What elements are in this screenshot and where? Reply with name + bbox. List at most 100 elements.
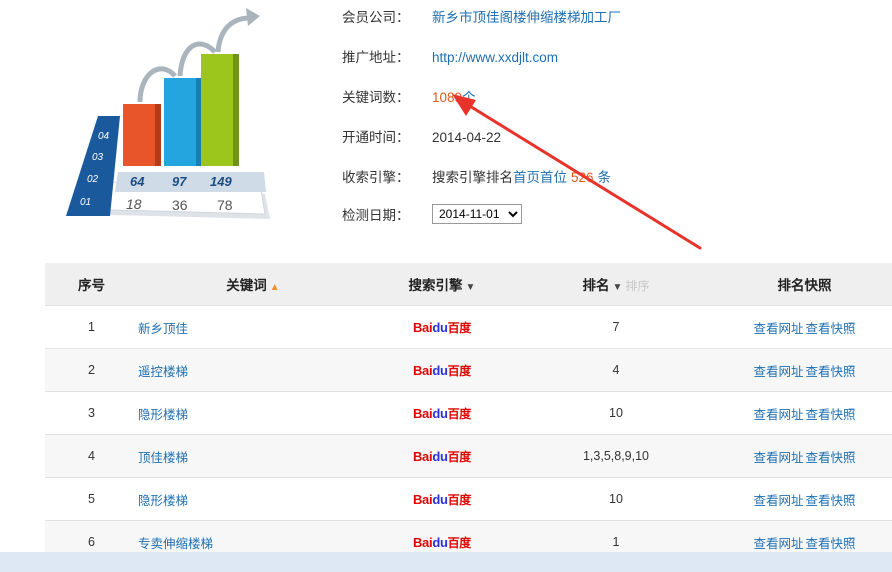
url-row: 推广地址： http://www.xxdjlt.com: [342, 46, 558, 66]
header-engine[interactable]: 搜索引擎 ▼: [369, 263, 515, 306]
check-row: 检测日期： 2014-11-01: [342, 204, 522, 224]
sort-down-icon: ▼: [465, 282, 476, 293]
keyword-link[interactable]: 专卖伸缩楼梯: [138, 537, 213, 551]
bar-value-3: 149: [210, 174, 232, 189]
index-count: 526: [571, 170, 594, 185]
open-label: 开通时间：: [342, 130, 410, 145]
bottom-bar: [0, 552, 892, 572]
view-snapshot-link[interactable]: 查看快照: [806, 537, 856, 551]
check-label: 检测日期：: [342, 208, 410, 223]
view-snapshot-link[interactable]: 查看快照: [806, 494, 856, 508]
ranking-table: 序号 关键词 ▲ 搜索引擎 ▼ 排名 ▼ 排序 排名快照 1 新乡顶佳 Bai du 百度 7 查看…: [45, 263, 892, 563]
row-no: 3: [45, 391, 138, 435]
view-url-link[interactable]: 查看网址: [753, 451, 803, 465]
bar-blue: [164, 78, 196, 166]
table-header-row: 序号 关键词 ▲ 搜索引擎 ▼ 排名 ▼ 排序 排名快照: [45, 263, 892, 306]
view-snapshot-link[interactable]: 查看快照: [806, 322, 856, 336]
header-snapshot: 排名快照: [717, 263, 892, 306]
view-snapshot-link[interactable]: 查看快照: [806, 451, 856, 465]
arrow-head: [246, 8, 260, 26]
baidu-logo-icon: Bai du 百度: [412, 491, 472, 507]
view-snapshot-link[interactable]: 查看快照: [806, 365, 856, 379]
baidu-logo-icon: Bai du 百度: [412, 534, 472, 550]
row-engine: Bai du 百度: [369, 348, 515, 392]
axis-label-02: 02: [87, 174, 99, 185]
view-url-link[interactable]: 查看网址: [753, 537, 803, 551]
view-url-link[interactable]: 查看网址: [753, 408, 803, 422]
sort-down-icon: ▼: [612, 282, 623, 293]
open-row: 开通时间： 2014-04-22: [342, 126, 501, 146]
growth-arrow-3: [215, 15, 251, 53]
axis-label-04: 04: [98, 131, 110, 142]
header-no: 序号: [45, 263, 138, 306]
row-keyword: 隐形楼梯: [138, 391, 369, 435]
index-row: 收索引擎： 搜索引擎排名首页首位 526 条: [342, 166, 611, 186]
header-rank-sort[interactable]: 排序: [625, 279, 649, 293]
keyword-link[interactable]: 新乡顶佳: [138, 322, 188, 336]
check-date-select[interactable]: 2014-11-01: [432, 204, 522, 224]
row-keyword: 隐形楼梯: [138, 477, 369, 521]
table-row: 4 顶佳楼梯 Bai du 百度 1,3,5,8,9,10 查看网址 查看快照: [45, 434, 892, 478]
axis-label-01: 01: [80, 197, 91, 208]
header-rank[interactable]: 排名 ▼ 排序: [515, 263, 717, 306]
row-keyword: 遥控楼梯: [138, 348, 369, 392]
member-company-link[interactable]: 新乡市顶佳阁楼伸缩楼梯加工厂: [432, 10, 621, 25]
view-url-link[interactable]: 查看网址: [753, 365, 803, 379]
keyword-link[interactable]: 隐形楼梯: [138, 408, 188, 422]
keyword-link[interactable]: 遥控楼梯: [138, 365, 188, 379]
bar-value-2: 97: [172, 174, 187, 189]
baidu-logo-icon: Bai du 百度: [412, 362, 472, 378]
keywords-count: 1089: [432, 90, 463, 105]
row-keyword: 新乡顶佳: [138, 305, 369, 349]
row-snapshot: 查看网址 查看快照: [717, 434, 892, 478]
row-rank: 7: [515, 305, 717, 349]
table-row: 1 新乡顶佳 Bai du 百度 7 查看网址 查看快照: [45, 305, 892, 349]
header-keyword-label: 关键词: [226, 278, 267, 293]
view-snapshot-link[interactable]: 查看快照: [806, 408, 856, 422]
row-snapshot: 查看网址 查看快照: [717, 305, 892, 349]
keyword-link[interactable]: 顶佳楼梯: [138, 451, 188, 465]
header-engine-label: 搜索引擎: [408, 278, 463, 293]
member-label: 会员公司：: [342, 10, 410, 25]
index-label: 收索引擎：: [342, 170, 410, 185]
baidu-logo-icon: Bai du 百度: [412, 319, 472, 335]
table-row: 3 隐形楼梯 Bai du 百度 10 查看网址 查看快照: [45, 391, 892, 435]
row-no: 2: [45, 348, 138, 392]
promo-url-link[interactable]: http://www.xxdjlt.com: [432, 50, 558, 65]
row-rank: 10: [515, 477, 717, 521]
axis-label-03: 03: [92, 152, 104, 163]
view-url-link[interactable]: 查看网址: [753, 322, 803, 336]
baidu-logo-icon: Bai du 百度: [412, 448, 472, 464]
bar-value-1: 64: [130, 174, 145, 189]
row-engine: Bai du 百度: [369, 391, 515, 435]
index-top-link[interactable]: 首页首位: [513, 170, 567, 185]
header-keyword[interactable]: 关键词 ▲: [138, 263, 369, 306]
row-snapshot: 查看网址 查看快照: [717, 391, 892, 435]
member-row: 会员公司： 新乡市顶佳阁楼伸缩楼梯加工厂: [342, 6, 621, 26]
view-url-link[interactable]: 查看网址: [753, 494, 803, 508]
stats-illustration: 04 03 02 01 64 97 149 18 36 78: [66, 8, 270, 219]
keywords-label: 关键词数：: [342, 90, 410, 105]
bottom-value-1: 18: [126, 196, 142, 212]
row-no: 5: [45, 477, 138, 521]
bottom-value-3: 78: [217, 197, 233, 213]
url-label: 推广地址：: [342, 50, 410, 65]
row-engine: Bai du 百度: [369, 305, 515, 349]
index-unit: 条: [597, 170, 612, 185]
table-row: 5 隐形楼梯 Bai du 百度 10 查看网址 查看快照: [45, 477, 892, 521]
keyword-link[interactable]: 隐形楼梯: [138, 494, 188, 508]
sort-up-icon: ▲: [269, 282, 280, 293]
keywords-unit: 个: [462, 90, 476, 105]
row-snapshot: 查看网址 查看快照: [717, 477, 892, 521]
row-no: 4: [45, 434, 138, 478]
row-rank: 10: [515, 391, 717, 435]
open-date: 2014-04-22: [432, 130, 502, 145]
row-engine: Bai du 百度: [369, 434, 515, 478]
row-rank: 1,3,5,8,9,10: [515, 434, 717, 478]
bottom-value-2: 36: [172, 197, 188, 213]
bar-orange: [123, 104, 155, 166]
row-no: 1: [45, 305, 138, 349]
row-keyword: 顶佳楼梯: [138, 434, 369, 478]
index-prefix: 搜索引擎排名: [432, 170, 513, 185]
row-engine: Bai du 百度: [369, 477, 515, 521]
